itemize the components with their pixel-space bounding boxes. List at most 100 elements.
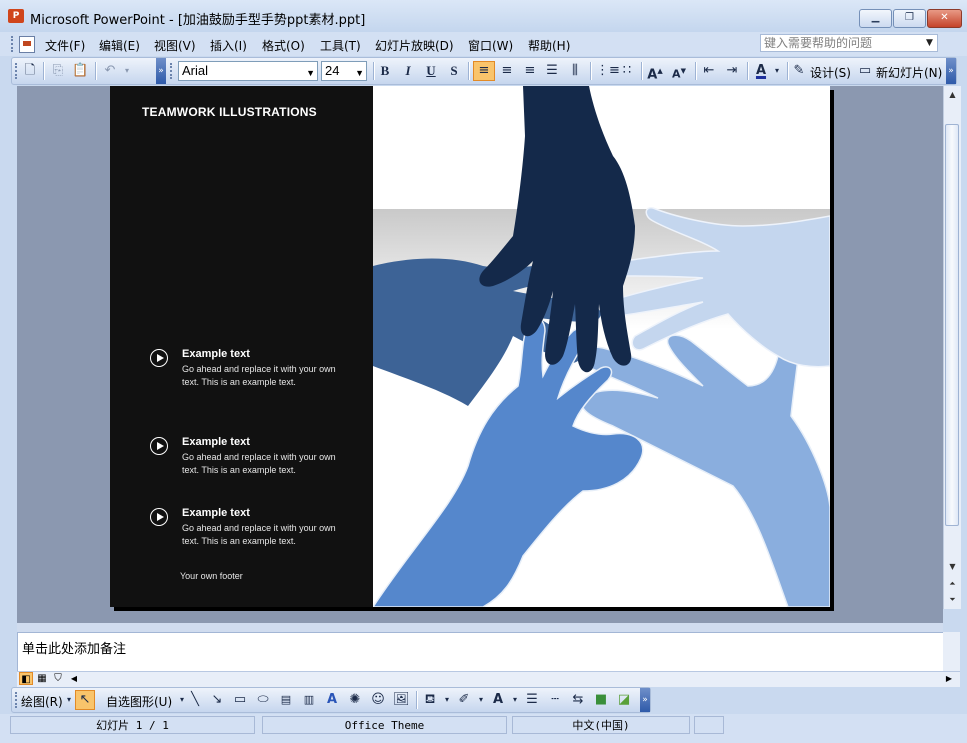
- vertical-textbox-icon[interactable]: ▥: [301, 692, 317, 708]
- menu-file[interactable]: 文件(F): [45, 37, 85, 54]
- bold-icon[interactable]: B: [377, 63, 393, 79]
- decrease-indent-icon[interactable]: ⇤: [701, 63, 717, 79]
- menubar-grip[interactable]: [11, 36, 16, 52]
- undo-dropdown-icon[interactable]: ▾: [119, 63, 135, 79]
- draw-font-color-icon[interactable]: A: [490, 692, 506, 708]
- underline-icon[interactable]: U: [423, 63, 439, 79]
- undo-icon[interactable]: ↶: [102, 63, 118, 79]
- new-document-icon[interactable]: 🗋: [22, 63, 38, 79]
- diagram-icon[interactable]: ✺: [347, 692, 363, 708]
- scroll-up-icon[interactable]: ▲: [944, 86, 961, 103]
- fill-color-icon[interactable]: ⛾: [422, 692, 438, 708]
- oval-icon[interactable]: ⬭: [255, 692, 271, 708]
- toolbar-grip[interactable]: [15, 692, 20, 708]
- minimize-button[interactable]: ▁: [859, 9, 892, 28]
- increase-indent-icon[interactable]: ⇥: [724, 63, 740, 79]
- numbering-icon[interactable]: ⋮≡: [596, 63, 620, 79]
- slide-vertical-scrollbar[interactable]: ▲ ▼ ⏶ ⏷: [943, 86, 961, 609]
- italic-icon[interactable]: I: [400, 63, 416, 79]
- paste-icon[interactable]: 📋: [72, 63, 88, 79]
- menu-slideshow[interactable]: 幻灯片放映(D): [375, 37, 454, 54]
- scroll-thumb[interactable]: [945, 124, 959, 526]
- chevron-down-icon[interactable]: ▼: [306, 64, 315, 82]
- copy-icon[interactable]: ⎘: [50, 63, 66, 79]
- new-slide-icon[interactable]: ▭: [857, 63, 873, 79]
- slide-sorter-view-icon[interactable]: ▦: [35, 672, 49, 685]
- menu-insert[interactable]: 插入(I): [210, 37, 247, 54]
- powerpoint-app-icon[interactable]: P: [8, 9, 24, 23]
- previous-slide-icon[interactable]: ⏶: [944, 575, 961, 592]
- dash-style-icon[interactable]: ┄: [547, 692, 563, 708]
- notes-splitter[interactable]: [17, 623, 943, 632]
- textbox-icon[interactable]: ▤: [278, 692, 294, 708]
- menu-tools[interactable]: 工具(T): [320, 37, 361, 54]
- slide-footer[interactable]: Your own footer: [180, 571, 243, 581]
- picture-icon[interactable]: 🖼: [393, 692, 410, 708]
- increase-font-icon[interactable]: A▲: [647, 63, 663, 82]
- play-icon: [150, 349, 168, 367]
- title-bar: P Microsoft PowerPoint - [加油鼓励手型手势ppt素材.…: [0, 0, 967, 33]
- clipart-icon[interactable]: ☺: [370, 692, 386, 708]
- design-icon[interactable]: ✎: [791, 63, 807, 79]
- scroll-left-icon[interactable]: ◀: [67, 672, 81, 685]
- align-left-icon[interactable]: ≡: [473, 61, 495, 81]
- align-right-icon[interactable]: ≡: [522, 63, 538, 79]
- document-icon[interactable]: [19, 36, 35, 53]
- restore-button[interactable]: ❐: [893, 9, 926, 28]
- font-name-select[interactable]: Arial ▼: [178, 61, 318, 81]
- slideshow-view-icon[interactable]: ⛉: [51, 672, 65, 685]
- menu-window[interactable]: 窗口(W): [468, 37, 513, 54]
- toolbar-separator: [695, 62, 697, 80]
- font-size-select[interactable]: 24 ▼: [321, 61, 367, 81]
- shadow-icon[interactable]: S: [446, 63, 462, 79]
- toolbar-options-chevron[interactable]: »: [946, 58, 956, 84]
- toolbar-grip[interactable]: [170, 63, 175, 79]
- notes-scrollbar[interactable]: [943, 632, 960, 672]
- notes-pane[interactable]: 单击此处添加备注: [17, 632, 944, 672]
- arrow-icon[interactable]: ↘: [209, 692, 225, 708]
- menu-help[interactable]: 帮助(H): [528, 37, 570, 54]
- line-color-dropdown-icon[interactable]: ▾: [473, 692, 489, 708]
- align-center-icon[interactable]: ≡: [499, 63, 515, 79]
- menu-format[interactable]: 格式(O): [262, 37, 305, 54]
- bullet-heading: Example text: [182, 436, 250, 448]
- font-color-dropdown-icon[interactable]: ▾: [769, 63, 785, 79]
- toolbar-options-chevron[interactable]: »: [156, 58, 166, 84]
- close-button[interactable]: ✕: [927, 9, 962, 28]
- scroll-down-icon[interactable]: ▼: [944, 558, 961, 575]
- help-dropdown-icon[interactable]: ▼: [926, 38, 933, 48]
- bullets-icon[interactable]: ∷: [619, 63, 635, 79]
- teamwork-hands-illustration[interactable]: [373, 86, 830, 607]
- fill-color-dropdown-icon[interactable]: ▾: [439, 692, 455, 708]
- wordart-icon[interactable]: A: [324, 692, 340, 708]
- font-color-icon[interactable]: A: [753, 63, 769, 79]
- line-color-icon[interactable]: ✐: [456, 692, 472, 708]
- new-slide-button[interactable]: 新幻灯片(N): [876, 64, 942, 81]
- draw-menu-button[interactable]: 绘图(R): [21, 693, 63, 710]
- toolbar-options-chevron[interactable]: »: [640, 688, 650, 712]
- chevron-down-icon[interactable]: ▼: [355, 64, 364, 82]
- distribute-icon[interactable]: ⫼: [567, 63, 583, 79]
- design-button[interactable]: 设计(S): [810, 64, 851, 81]
- arrow-style-icon[interactable]: ⇆: [570, 692, 586, 708]
- scroll-right-icon[interactable]: ▶: [942, 672, 956, 685]
- justify-icon[interactable]: ☰: [544, 63, 560, 79]
- help-search-input[interactable]: 键入需要帮助的问题: [760, 34, 938, 52]
- next-slide-icon[interactable]: ⏷: [944, 591, 961, 608]
- line-icon[interactable]: ╲: [187, 692, 203, 708]
- toolbar-grip[interactable]: [15, 63, 20, 79]
- slide-title[interactable]: TEAMWORK ILLUSTRATIONS: [142, 105, 317, 119]
- draw-font-color-dropdown-icon[interactable]: ▾: [507, 692, 523, 708]
- menu-view[interactable]: 视图(V): [154, 37, 196, 54]
- play-icon: [150, 437, 168, 455]
- shadow-style-icon[interactable]: ■: [593, 692, 609, 708]
- normal-view-icon[interactable]: ◧: [19, 672, 33, 685]
- rectangle-icon[interactable]: ▭: [232, 692, 248, 708]
- decrease-font-icon[interactable]: A▼: [671, 63, 687, 81]
- slide-canvas[interactable]: TEAMWORK ILLUSTRATIONS Example text Go a…: [110, 86, 830, 607]
- line-style-icon[interactable]: ☰: [524, 692, 540, 708]
- select-pointer-icon[interactable]: ↖: [75, 690, 95, 710]
- 3d-style-icon[interactable]: ◪: [616, 692, 632, 708]
- menu-edit[interactable]: 编辑(E): [99, 37, 140, 54]
- autoshapes-button[interactable]: 自选图形(U): [106, 693, 172, 710]
